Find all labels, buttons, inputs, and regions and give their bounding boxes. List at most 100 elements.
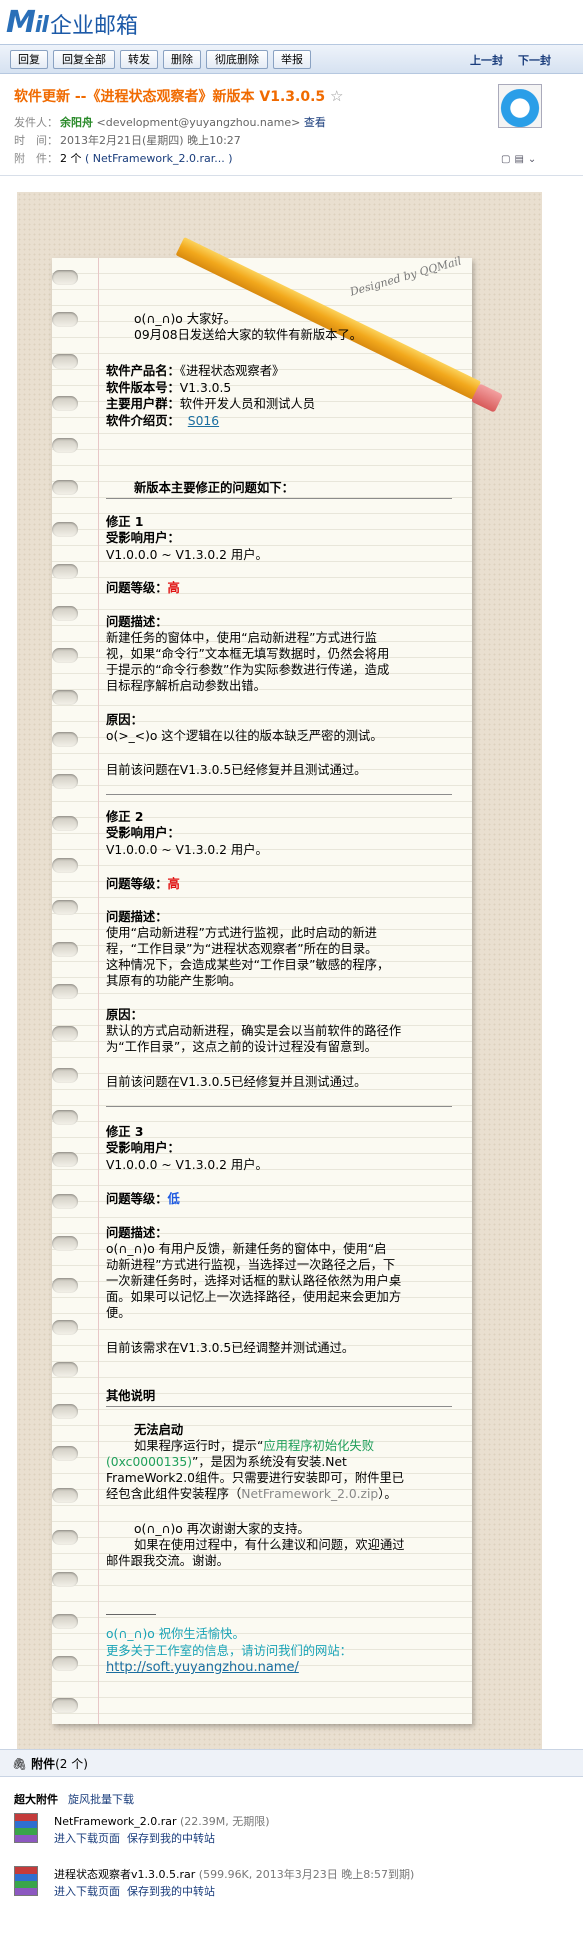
letter-line: 问题等级：高 <box>106 581 180 595</box>
letter-line: 目前该需求在V1.3.0.5已经调整并测试通过。 <box>106 1341 355 1355</box>
sender-name[interactable]: 余阳舟 <box>60 116 93 129</box>
notebook-ring <box>52 1320 78 1335</box>
rar-file-icon <box>14 1813 38 1843</box>
sender-email: <development@yuyangzhou.name> <box>96 116 301 129</box>
letter-line: 视，如果“命令行”文本框无填写数据时，仍然会将用 <box>106 647 390 661</box>
letter-line: 修正 2 <box>106 810 144 824</box>
signature-divider <box>106 1614 156 1615</box>
big-attach-row: 超大附件 旋风批量下载 <box>14 1793 134 1806</box>
letter-line: 问题描述： <box>106 615 168 629</box>
next-mail-link[interactable]: 下一封 <box>518 52 551 68</box>
download-page-link[interactable]: 进入下载页面 <box>54 1832 120 1845</box>
issue-level: 高 <box>167 581 180 595</box>
letter-line: o(∩_∩)o 有用户反馈，新建任务的窗体中，使用“启 <box>106 1242 387 1256</box>
notebook-ring <box>52 984 78 999</box>
letter-line: 邮件跟我交流。谢谢。 <box>106 1554 229 1568</box>
forward-button[interactable]: 转发 <box>120 50 158 69</box>
issue-level: 高 <box>167 877 180 891</box>
divider <box>106 1106 452 1107</box>
save-to-transfer-link[interactable]: 保存到我的中转站 <box>127 1885 215 1898</box>
letter-paper <box>52 258 472 1724</box>
letter-line: V1.0.0.0 ~ V1.3.0.2 用户。 <box>106 843 268 857</box>
app-logo: Mil 企业邮箱 <box>6 4 138 40</box>
save-to-transfer-link[interactable]: 保存到我的中转站 <box>127 1832 215 1845</box>
letter-line: 修正 3 <box>106 1125 144 1139</box>
divider <box>106 498 452 499</box>
letter-line: 新版本主要修正的问题如下： <box>134 481 294 495</box>
letter-line: 一次新建任务时，选择对话框的默认路径依然为用户桌 <box>106 1274 402 1288</box>
letter-line: 问题等级：低 <box>106 1192 180 1206</box>
letter-line: 问题描述： <box>106 1226 168 1240</box>
print-icon[interactable]: ▤ <box>514 154 527 165</box>
letter-line: 使用“启动新进程”方式进行监视，此时启动的新进 <box>106 926 377 940</box>
letter-line: V1.0.0.0 ~ V1.3.0.2 用户。 <box>106 1158 268 1172</box>
letter-line: 修正 1 <box>106 515 144 529</box>
permanent-delete-button[interactable]: 彻底删除 <box>206 50 268 69</box>
reply-button[interactable]: 回复 <box>10 50 48 69</box>
paperclip-icon: 🖇 <box>12 1757 28 1771</box>
letter-line: 如果程序运行时，提示“应用程序初始化失败 <box>134 1439 375 1453</box>
software-page-link[interactable]: S016 <box>188 414 219 428</box>
letter-line: 新建任务的窗体中，使用“启动新进程”方式进行监 <box>106 631 377 645</box>
notebook-ring <box>52 270 78 285</box>
prev-mail-link[interactable]: 上一封 <box>470 52 503 68</box>
notebook-ring <box>52 1614 78 1629</box>
batch-download-link[interactable]: 旋风批量下载 <box>68 1793 134 1806</box>
website-link[interactable]: http://soft.yuyangzhou.name/ <box>106 1660 299 1676</box>
notebook-ring <box>52 438 78 453</box>
notebook-ring <box>52 312 78 327</box>
star-icon[interactable]: ☆ <box>330 87 343 105</box>
notebook-ring <box>52 1572 78 1587</box>
letter-line: 软件介绍页： S016 <box>106 414 220 428</box>
avatar[interactable] <box>498 84 542 128</box>
notebook-ring <box>52 1656 78 1671</box>
notebook-ring <box>52 1362 78 1377</box>
letter-line: 动新进程”方式进行监视，当选择过一次路径之后，下 <box>106 1258 396 1272</box>
report-button[interactable]: 举报 <box>273 50 311 69</box>
letter-line: 无法启动 <box>134 1423 184 1437</box>
letter-line: 目前该问题在V1.3.0.5已经修复并且测试通过。 <box>106 1075 367 1089</box>
notebook-ring <box>52 1068 78 1083</box>
reply-all-button[interactable]: 回复全部 <box>53 50 115 69</box>
attachment-name[interactable]: NetFramework_2.0.rar <box>54 1815 176 1828</box>
download-page-link[interactable]: 进入下载页面 <box>54 1885 120 1898</box>
letter-line: 受影响用户： <box>106 826 180 840</box>
letter-line: FrameWork2.0组件。只需要进行安装即可，附件里已 <box>106 1471 405 1485</box>
chevron-down-icon[interactable]: ⌄ <box>528 154 540 165</box>
letter-line: 于提示的“命令行参数”作为实际参数进行传递，造成 <box>106 663 390 677</box>
notebook-ring <box>52 1404 78 1419</box>
letter-line: 经包含此组件安装程序（NetFramework_2.0.zip）。 <box>106 1487 397 1501</box>
attach-preview-link[interactable]: ( NetFramework_2.0.rar... ) <box>85 152 233 165</box>
notebook-ring <box>52 690 78 705</box>
time-row: 时 间： 2013年2月21日(星期四) 晚上10:27 <box>14 134 241 147</box>
mail-header: 软件更新 --《进程状态观察者》新版本 V1.3.0.5 ☆ 发件人： 余阳舟 <… <box>0 76 583 176</box>
letter-line: 09月08日发送给大家的软件有新版本了。 <box>134 328 363 342</box>
letter-line: o(∩_∩)o 大家好。 <box>134 312 236 326</box>
letter-line: 目前该问题在V1.3.0.5已经修复并且测试通过。 <box>106 763 367 777</box>
notebook-ring <box>52 900 78 915</box>
notebook-ring <box>52 354 78 369</box>
mail-time: 2013年2月21日(星期四) 晚上10:27 <box>60 134 241 147</box>
delete-button[interactable]: 删除 <box>163 50 201 69</box>
window-icon[interactable]: ▢ <box>501 154 514 165</box>
attachments-section: 🖇 附件(2 个) 超大附件 旋风批量下载 NetFramework_2.0.ra… <box>0 1749 583 1936</box>
mail-subject: 软件更新 --《进程状态观察者》新版本 V1.3.0.5 ☆ <box>14 87 344 105</box>
footer-more: 更多关于工作室的信息，请访问我们的网站： <box>106 1644 352 1658</box>
letter-line: 面。如果可以记忆上一次选择路径，使用起来会更加方 <box>106 1290 402 1304</box>
letter-line: 受影响用户： <box>106 531 180 545</box>
letter-line: 原因： <box>106 1008 143 1022</box>
mail-toolbar: 回复 回复全部 转发 删除 彻底删除 举报 上一封 下一封 <box>0 44 583 74</box>
letter-line: 程，“工作目录”为“进程状态观察者”所在的目录。 <box>106 942 378 956</box>
letter-line: 主要用户群：软件开发人员和测试人员 <box>106 397 316 411</box>
notebook-ring <box>52 480 78 495</box>
logo-mark: Mil <box>6 4 49 40</box>
notebook-ring <box>52 1530 78 1545</box>
notebook-ring <box>52 816 78 831</box>
notebook-ring <box>52 858 78 873</box>
view-contact-link[interactable]: 查看 <box>304 116 326 129</box>
rar-file-icon <box>14 1866 38 1896</box>
notebook-ring <box>52 1194 78 1209</box>
attachment-name[interactable]: 进程状态观察者v1.3.0.5.rar <box>54 1868 195 1881</box>
letter-line: 原因： <box>106 713 143 727</box>
notebook-ring <box>52 1278 78 1293</box>
